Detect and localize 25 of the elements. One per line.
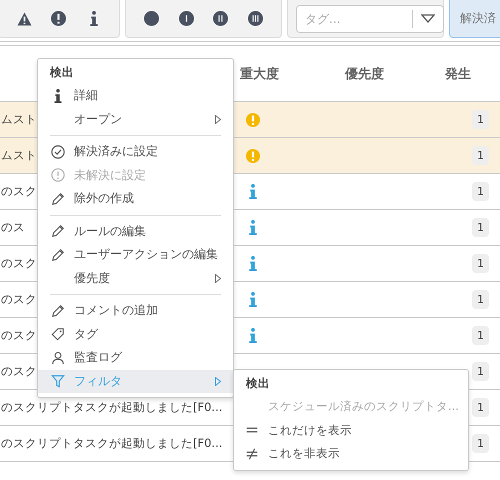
count-badge: 1 bbox=[472, 398, 489, 417]
table-cell: のスク bbox=[0, 256, 37, 271]
column-header: 重大度 bbox=[240, 66, 279, 82]
count-badge: 1 bbox=[472, 254, 489, 273]
table-cell: ムスト bbox=[0, 112, 37, 127]
table-cell: ムスト bbox=[0, 148, 37, 163]
menu-title: 検出 bbox=[244, 375, 271, 392]
count-badge: 1 bbox=[472, 434, 489, 453]
table-cell: のスク bbox=[0, 292, 37, 307]
count-badge: 1 bbox=[472, 182, 489, 201]
count-badge: 1 bbox=[472, 362, 489, 381]
table-cell: のスク bbox=[0, 364, 37, 379]
count-badge: 1 bbox=[472, 326, 489, 345]
column-header: 優先度 bbox=[345, 66, 384, 82]
table-cell: のス bbox=[0, 220, 25, 235]
count-badge: 1 bbox=[472, 218, 489, 237]
column-header: 発生 bbox=[445, 66, 471, 82]
count-badge: 1 bbox=[472, 146, 489, 165]
menu-title: 検出 bbox=[48, 64, 75, 81]
table-cell: のスクリプトタスクが起動しました[F0... bbox=[0, 400, 222, 415]
table-cell: のスク bbox=[0, 328, 37, 343]
count-badge: 1 bbox=[472, 110, 489, 129]
table-cell: のスク bbox=[0, 184, 37, 199]
count-badge: 1 bbox=[472, 290, 489, 309]
table-cell: のスクリプトタスクが起動しました[F0... bbox=[0, 436, 222, 451]
